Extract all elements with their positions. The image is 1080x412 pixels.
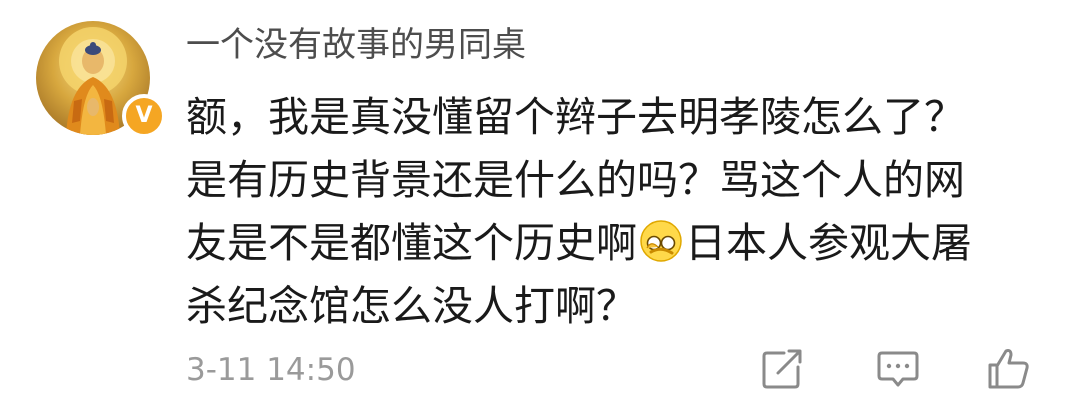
comment-text-segment: 友是不是都懂这个历史啊 bbox=[186, 219, 637, 267]
comment-text: 额，我是真没懂留个辫子去明孝陵怎么了？ 是有历史背景还是什么的吗？骂这个人的网 … bbox=[186, 86, 1046, 338]
comment-button[interactable] bbox=[874, 345, 922, 393]
comment-text-segment: 日本人参观大屠 bbox=[685, 219, 972, 267]
username[interactable]: 一个没有故事的男同桌 bbox=[186, 22, 526, 68]
comment-text-line: 友是不是都懂这个历史啊 日本人参观大屠 bbox=[186, 212, 1046, 275]
like-button[interactable] bbox=[984, 345, 1032, 393]
avatar[interactable]: V bbox=[36, 21, 166, 138]
share-button[interactable] bbox=[758, 345, 806, 393]
edit-share-icon bbox=[758, 345, 806, 393]
comment-text-line: 额，我是真没懂留个辫子去明孝陵怎么了？ bbox=[186, 93, 965, 141]
comment-text-line: 杀纪念馆怎么没人打啊？ bbox=[186, 282, 637, 330]
comment-icon bbox=[874, 345, 922, 393]
verified-badge-icon: V bbox=[122, 94, 166, 138]
comment-item: V 一个没有故事的男同桌 额，我是真没懂留个辫子去明孝陵怎么了？ 是有历史背景还… bbox=[0, 0, 1080, 412]
facepalm-emoji-icon bbox=[638, 218, 684, 264]
thumbs-up-icon bbox=[984, 345, 1032, 393]
timestamp: 3-11 14:50 bbox=[186, 352, 356, 388]
comment-text-line: 是有历史背景还是什么的吗？骂这个人的网 bbox=[186, 156, 965, 204]
